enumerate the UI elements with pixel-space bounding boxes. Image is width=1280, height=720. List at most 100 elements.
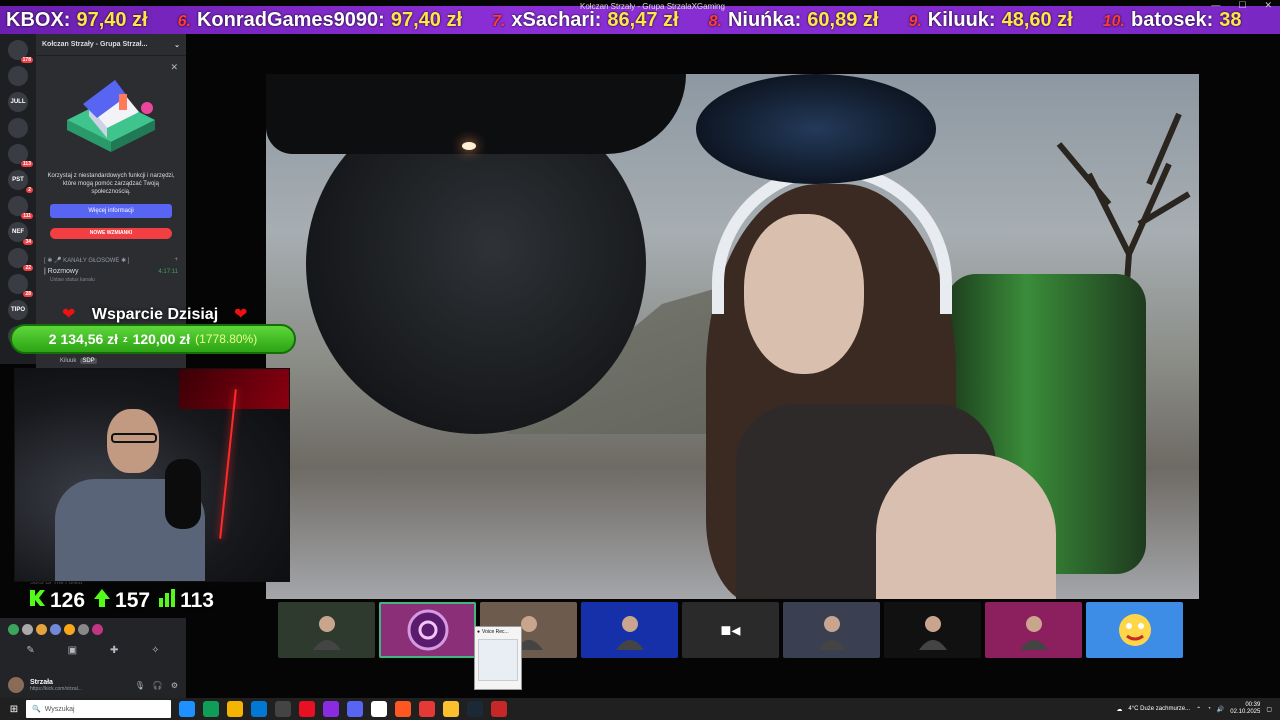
taskbar-app-icon[interactable]	[419, 701, 435, 717]
app-icon: ●	[477, 629, 481, 635]
stat-value: 157	[115, 589, 151, 612]
reaction-icon[interactable]	[50, 624, 61, 635]
stat-value: 113	[180, 589, 214, 612]
taskbar-app-icon[interactable]	[491, 701, 507, 717]
user-panel[interactable]: Strzała https://kick.com/strzal... 🎙 🎧 ⚙	[0, 672, 186, 698]
taskbar-app-icon[interactable]	[299, 701, 315, 717]
headphones-icon[interactable]: 🎧	[153, 681, 163, 690]
plus-icon[interactable]: +	[174, 257, 178, 264]
taskbar-app-icon[interactable]	[275, 701, 291, 717]
taskbar-app-icon[interactable]	[371, 701, 387, 717]
arrow-up-icon	[93, 588, 111, 614]
participant-silhouette	[581, 602, 678, 658]
taskbar-app-icon[interactable]	[467, 701, 483, 717]
speaker-tag: SDP	[80, 358, 97, 364]
avatar[interactable]	[8, 677, 24, 693]
screen-share-icon[interactable]: ▣	[68, 645, 77, 656]
user-name: Strzała	[30, 678, 53, 686]
unread-badge: 28	[23, 291, 33, 297]
network-icon[interactable]: ◔	[1207, 706, 1211, 712]
minimize-button[interactable]: —	[1211, 0, 1220, 11]
voice-category[interactable]: [ ✱ 🎤 KANAŁY GŁOSOWE ✱ ] +	[36, 251, 186, 266]
unread-badge: 178	[20, 57, 33, 63]
volume-icon[interactable]: 🔊	[1217, 706, 1224, 713]
server-icon[interactable]: 28	[8, 274, 33, 297]
gear-icon[interactable]: ⚙	[171, 681, 178, 690]
reaction-icon[interactable]	[92, 624, 103, 635]
house-illustration	[59, 68, 163, 164]
new-mentions-pill[interactable]: NOWE WZMIANKI	[50, 228, 172, 239]
heart-icon: ❤	[234, 306, 248, 323]
speaker-name: Kiluuk	[60, 358, 77, 364]
ticker-rank: 9.	[908, 12, 922, 30]
participant-arm	[876, 454, 1056, 599]
window-titlebar: Kołczan Strzały - Grupa StrzalaXGaming	[300, 0, 1000, 12]
search-icon: 🔍	[32, 706, 41, 713]
mic-arm	[266, 74, 686, 154]
taskbar-app-icon[interactable]	[395, 701, 411, 717]
taskbar-app-icon[interactable]	[251, 701, 267, 717]
weather-icon[interactable]: ☁	[1116, 706, 1122, 713]
voice-channel-rozmowy[interactable]: | Rozmowy 4:17:11	[36, 266, 186, 277]
window-controls: — ☐ ✕	[1211, 0, 1272, 11]
participant-5-tile[interactable]: ■◂	[682, 602, 779, 658]
taskbar-app-icon[interactable]	[323, 701, 339, 717]
taskbar-app-icon[interactable]	[227, 701, 243, 717]
windows-start-icon[interactable]: ⊞	[4, 698, 24, 720]
participant-4-tile[interactable]	[581, 602, 678, 658]
ticker-rank: 7.	[492, 12, 506, 30]
reaction-icon[interactable]	[8, 624, 19, 635]
ticker-rank: 10.	[1102, 12, 1125, 30]
voice-speaker-row[interactable]: Kiluuk SDP	[36, 354, 186, 368]
reaction-icon[interactable]	[22, 624, 33, 635]
streamer-glasses	[111, 433, 157, 443]
activity-icon[interactable]: ✚	[110, 645, 118, 656]
maximize-button[interactable]: ☐	[1238, 0, 1246, 11]
participant-1-tile[interactable]	[278, 602, 375, 658]
participant-7-tile[interactable]	[884, 602, 981, 658]
soundboard-icon[interactable]: ✧	[151, 645, 159, 656]
weather-text[interactable]: 4°C Duże zachmurze...	[1128, 706, 1190, 712]
participant-9-tile[interactable]	[1086, 602, 1183, 658]
taskbar-app-icon[interactable]	[347, 701, 363, 717]
participant-8-tile[interactable]	[985, 602, 1082, 658]
bar-chart-icon	[158, 588, 176, 614]
chevron-up-icon[interactable]: ⌃	[1196, 706, 1201, 713]
support-percent: (1778.80%)	[195, 332, 258, 346]
clock[interactable]: 00:39 02.10.2025	[1230, 702, 1260, 716]
reaction-icon[interactable]	[36, 624, 47, 635]
more-info-button[interactable]: Więcej informacji	[50, 204, 172, 218]
server-icon[interactable]: NEF 34	[8, 222, 33, 245]
participant-2-tile[interactable]	[379, 602, 476, 658]
microphone-icon[interactable]: 🎙	[135, 681, 145, 690]
reaction-icon[interactable]	[78, 624, 89, 635]
server-icon[interactable]: JULL	[8, 92, 28, 112]
participant-6-tile[interactable]	[783, 602, 880, 658]
reaction-row	[0, 618, 186, 635]
voice-status[interactable]: Ustaw status kanału	[36, 277, 186, 283]
taskbar: ⊞ 🔍 Wyszukaj ☁ 4°C Duże zachmurze... ⌃ ◔…	[0, 698, 1280, 720]
ticker-amount: 97,40 zł	[76, 8, 148, 31]
voice-recorder-preview[interactable]: ● Voice Rec...	[474, 626, 522, 690]
server-icon[interactable]: 113	[8, 144, 33, 167]
close-icon[interactable]: ✕	[170, 62, 178, 73]
server-icon[interactable]: 178	[8, 40, 33, 63]
guild-header[interactable]: Kołczan Strzały - Grupa Strzał... ⌄	[36, 34, 186, 56]
promo-text: Korzystaj z niestandardowych funkcji i n…	[47, 173, 175, 195]
server-icon[interactable]: 111	[8, 196, 33, 219]
voice-channel-label: | Rozmowy	[44, 268, 79, 275]
search-placeholder: Wyszukaj	[44, 705, 75, 713]
taskbar-app-icon[interactable]	[203, 701, 219, 717]
taskbar-app-icon[interactable]	[179, 701, 195, 717]
close-button[interactable]: ✕	[1264, 0, 1272, 11]
server-icon[interactable]	[8, 118, 28, 138]
notification-icon[interactable]: ▢	[1266, 706, 1272, 713]
taskbar-search[interactable]: 🔍 Wyszukaj	[26, 700, 171, 718]
server-icon[interactable]: PST 2	[8, 170, 33, 193]
reaction-icon[interactable]	[64, 624, 75, 635]
server-icon[interactable]: 22	[8, 248, 33, 271]
taskbar-app-icon[interactable]	[443, 701, 459, 717]
server-icon[interactable]	[8, 66, 28, 86]
camera-toggle-icon[interactable]: ✎	[26, 645, 34, 656]
streamer-webcam	[14, 368, 290, 582]
